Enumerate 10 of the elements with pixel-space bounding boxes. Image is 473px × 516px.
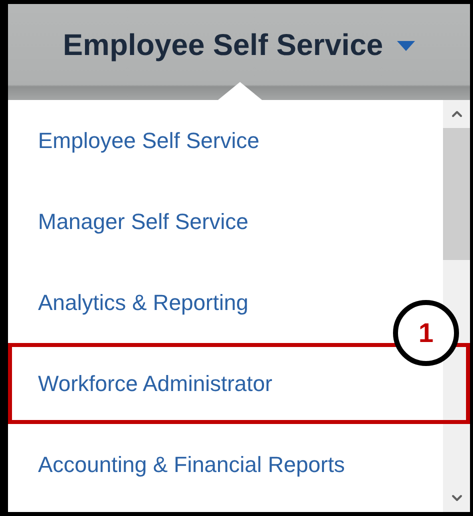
step-number-tooltip: 1 <box>393 300 459 366</box>
scrollbar-thumb[interactable] <box>443 128 470 260</box>
menu-item[interactable]: Accounting & Financial Reports <box>8 424 443 505</box>
header-title[interactable]: Employee Self Service <box>62 29 384 63</box>
menu-item[interactable]: Manager Self Service <box>8 181 443 262</box>
pointer-notch <box>218 82 262 100</box>
dropdown-caret-icon[interactable] <box>397 41 416 51</box>
scrollbar[interactable] <box>443 100 470 512</box>
menu-item[interactable]: Workforce Administrator <box>8 343 470 424</box>
menu-item[interactable]: Employee Self Service <box>8 100 443 181</box>
